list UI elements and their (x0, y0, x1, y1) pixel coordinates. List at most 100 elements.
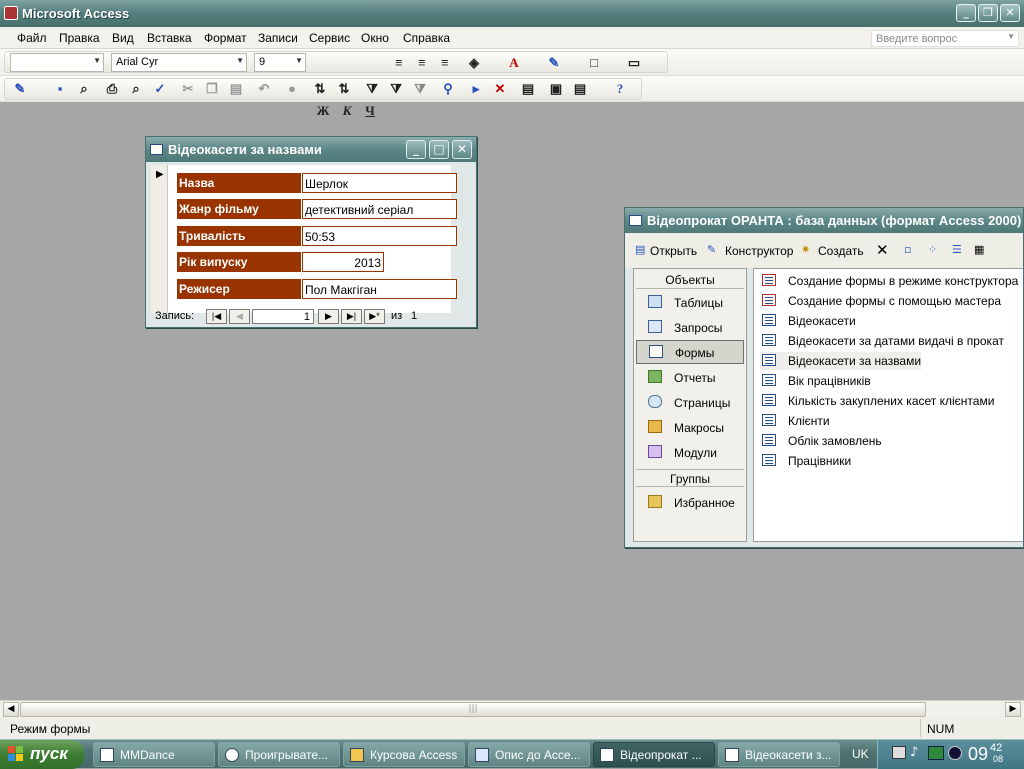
list-item[interactable]: Создание формы в режиме конструктора (760, 272, 1018, 290)
font-color-icon[interactable]: A (506, 55, 522, 71)
font-size-combo[interactable]: 9 ▼ (254, 53, 306, 72)
object-macros[interactable]: Макросы (636, 416, 744, 440)
open-button[interactable]: Открыть (650, 244, 697, 258)
task-folder[interactable]: Курсова Access (343, 742, 465, 767)
cut-icon[interactable]: ✂ (180, 81, 196, 97)
close-button[interactable]: ✕ (1000, 4, 1020, 22)
list-item[interactable]: Вік працівників (760, 372, 871, 390)
font-name-combo[interactable]: Arial Cyr ▼ (111, 53, 247, 72)
italic-button[interactable]: К (339, 103, 355, 119)
delete-record-icon[interactable]: ✕ (492, 81, 508, 97)
menu-edit[interactable]: Правка (59, 31, 100, 45)
align-center-icon[interactable]: ≡ (414, 55, 430, 71)
filter-by-selection-icon[interactable]: ⧩ (364, 81, 380, 97)
field-input-name[interactable]: Шерлок (302, 173, 457, 193)
sort-descending-icon[interactable]: ⇅ (336, 81, 352, 97)
scroll-thumb[interactable]: ||| (20, 702, 926, 717)
line-color-icon[interactable]: ✎ (546, 55, 562, 71)
list-item[interactable]: Облік замовлень (760, 432, 882, 450)
list-item[interactable]: Відеокасети (760, 312, 856, 330)
previous-record-button[interactable]: ◀ (229, 309, 250, 324)
undo-icon[interactable]: ↶ (256, 81, 272, 97)
form-close-button[interactable]: ✕ (452, 140, 472, 159)
line-width-icon[interactable]: ▭ (626, 55, 642, 71)
filter-by-form-icon[interactable]: ⧩ (388, 81, 404, 97)
scroll-left-button[interactable]: ◀ (3, 702, 19, 717)
menu-insert[interactable]: Вставка (147, 31, 192, 45)
database-window-icon[interactable]: ▣ (548, 81, 564, 97)
network-icon[interactable] (892, 746, 906, 759)
new-record-icon[interactable]: ▸ (468, 81, 484, 97)
help-icon[interactable]: ? (612, 81, 628, 97)
menu-window[interactable]: Окно (361, 31, 389, 45)
first-record-button[interactable]: |◀ (206, 309, 227, 324)
task-media-player[interactable]: Проигрывате... (218, 742, 340, 767)
scroll-right-button[interactable]: ▶ (1005, 702, 1021, 717)
record-selector[interactable]: ▶ (151, 165, 168, 313)
paste-icon[interactable]: ▤ (228, 81, 244, 97)
fill-color-icon[interactable]: ◈ (466, 55, 482, 71)
save-icon[interactable]: ▪ (52, 81, 68, 97)
print-icon[interactable]: ⎙ (104, 81, 120, 97)
list-item[interactable]: Відеокасети за назвами (760, 352, 922, 370)
3d-icon[interactable] (928, 746, 944, 760)
find-icon[interactable]: ⚲ (440, 81, 456, 97)
object-forms[interactable]: Формы (636, 340, 744, 364)
align-left-icon[interactable]: ≡ (391, 55, 407, 71)
minimize-button[interactable]: _ (956, 4, 976, 22)
field-input-genre[interactable]: детективний серіал (302, 199, 457, 219)
new-object-icon[interactable]: ▤ (572, 81, 588, 97)
menu-tools[interactable]: Сервис (309, 31, 350, 45)
task-database[interactable]: Відеопрокат ... (593, 742, 715, 767)
menu-format[interactable]: Формат (204, 31, 247, 45)
spelling-icon[interactable]: ✓ (152, 81, 168, 97)
task-form[interactable]: Відеокасети з... (718, 742, 840, 767)
small-icons-icon[interactable]: ⁘ (928, 243, 937, 256)
create-button[interactable]: Создать (818, 244, 864, 258)
objects-header[interactable]: Объекты (636, 271, 744, 289)
groups-header[interactable]: Группы (636, 469, 744, 487)
menu-file[interactable]: Файл (17, 31, 47, 45)
list-item[interactable]: Кількість закуплених касет клієнтами (760, 392, 994, 410)
border-icon[interactable]: □ (586, 55, 602, 71)
group-favorites[interactable]: Избранное (636, 491, 744, 515)
apply-filter-icon[interactable]: ⧩ (412, 81, 428, 97)
language-indicator[interactable]: UK (852, 747, 869, 761)
last-record-button[interactable]: ▶| (341, 309, 362, 324)
object-combo[interactable]: ▼ (10, 53, 104, 72)
list-item[interactable]: Працівники (760, 452, 851, 470)
sort-ascending-icon[interactable]: ⇅ (312, 81, 328, 97)
menu-view[interactable]: Вид (112, 31, 134, 45)
bold-button[interactable]: Ж (315, 103, 331, 119)
list-item[interactable]: Клієнти (760, 412, 830, 430)
form-maximize-button[interactable]: □ (429, 140, 449, 159)
form-minimize-button[interactable]: _ (406, 140, 426, 159)
new-record-nav-button[interactable]: ▶* (364, 309, 385, 324)
list-view-icon[interactable]: ☰ (952, 243, 962, 256)
list-item[interactable]: Відеокасети за датами видачі в прокат (760, 332, 1004, 350)
hyperlink-icon[interactable]: ● (284, 81, 300, 97)
volume-icon[interactable]: ♪ (910, 745, 918, 760)
next-record-button[interactable]: ▶ (318, 309, 339, 324)
task-word-doc[interactable]: Опис до Acce... (468, 742, 590, 767)
underline-button[interactable]: Ч (362, 103, 378, 119)
form-window-title-bar[interactable]: Відеокасети за назвами _ □ ✕ (146, 137, 476, 162)
field-input-year[interactable]: 2013 (302, 252, 384, 272)
copy-icon[interactable]: ❐ (204, 81, 220, 97)
object-modules[interactable]: Модули (636, 441, 744, 465)
large-icons-icon[interactable]: ▫ (904, 243, 911, 256)
details-view-icon[interactable]: ▦ (974, 243, 984, 256)
print-preview-icon[interactable]: ⌕ (128, 81, 144, 97)
restore-button[interactable]: ❐ (978, 4, 998, 22)
list-item[interactable]: Создание формы с помощью мастера (760, 292, 1001, 310)
properties-icon[interactable]: ▤ (520, 81, 536, 97)
object-queries[interactable]: Запросы (636, 316, 744, 340)
object-reports[interactable]: Отчеты (636, 366, 744, 390)
clock-hours[interactable]: 09 (968, 744, 988, 765)
object-tables[interactable]: Таблицы (636, 291, 744, 315)
tray-app-icon[interactable] (948, 746, 962, 760)
task-mmdance[interactable]: MMDance (93, 742, 215, 767)
horizontal-scrollbar[interactable]: ◀ ||| ▶ (0, 700, 1024, 717)
record-number-input[interactable]: 1 (252, 309, 314, 324)
align-right-icon[interactable]: ≡ (437, 55, 453, 71)
